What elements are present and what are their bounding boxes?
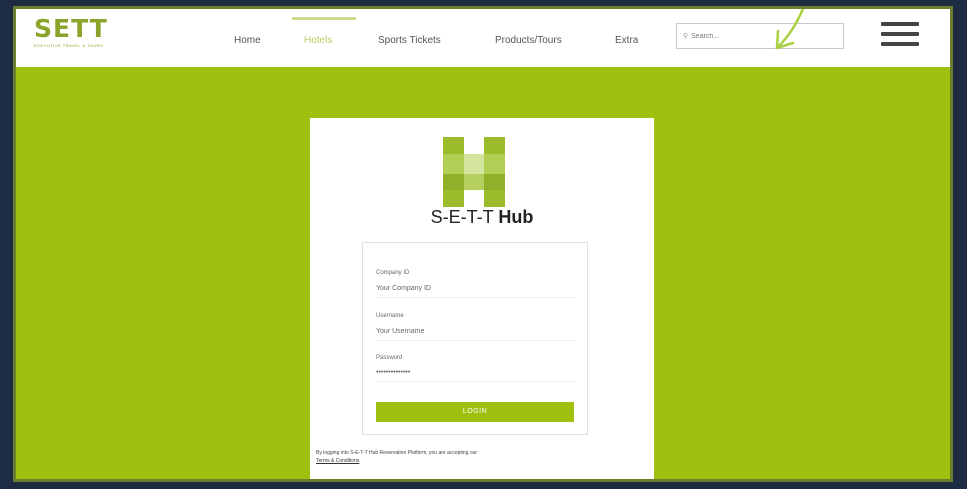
hub-logo-icon — [443, 137, 505, 207]
nav-link-hotels[interactable]: Hotels — [304, 35, 332, 46]
search-icon: ⚲ — [683, 33, 689, 40]
logo-subtext: EXECUTIVE TRAVEL & TOURS — [34, 43, 104, 48]
annotation-arrow-icon — [775, 9, 805, 50]
login-card: S-E-T-T Hub Company ID Your Company ID U… — [310, 118, 654, 479]
hub-title-prefix: S-E-T-T — [430, 207, 494, 227]
username-label: Username — [376, 313, 404, 319]
sett-logo[interactable]: SETT EXECUTIVE TRAVEL & TOURS — [34, 14, 108, 49]
nav-link-extra[interactable]: Extra — [615, 35, 638, 46]
company-id-label: Company ID — [376, 270, 410, 276]
browser-frame: SETT EXECUTIVE TRAVEL & TOURS Home Hotel… — [13, 6, 953, 482]
hamburger-menu-icon[interactable] — [881, 22, 919, 52]
nav-link-sports-tickets[interactable]: Sports Tickets — [378, 35, 441, 46]
terms-text: By logging into S-E-T-T Hub Reservation … — [316, 450, 478, 456]
terms-conditions-link[interactable]: Terms & Conditions — [316, 457, 636, 465]
active-nav-indicator — [292, 17, 356, 20]
company-id-input[interactable]: Your Company ID — [376, 281, 576, 298]
logo-text: SETT — [34, 14, 108, 43]
nav-link-home[interactable]: Home — [234, 35, 261, 46]
login-button[interactable]: LOGIN — [376, 402, 574, 422]
password-label: Password — [376, 355, 403, 361]
hub-title: S-E-T-T Hub — [310, 207, 654, 228]
nav-link-products-tours[interactable]: Products/Tours — [495, 35, 562, 46]
login-form: Company ID Your Company ID Username Your… — [362, 242, 588, 435]
username-input[interactable]: Your Username — [376, 324, 576, 341]
terms-notice: By logging into S-E-T-T Hub Reservation … — [316, 449, 636, 465]
password-input[interactable]: •••••••••••••• — [376, 365, 576, 382]
hub-title-suffix: Hub — [498, 207, 534, 227]
